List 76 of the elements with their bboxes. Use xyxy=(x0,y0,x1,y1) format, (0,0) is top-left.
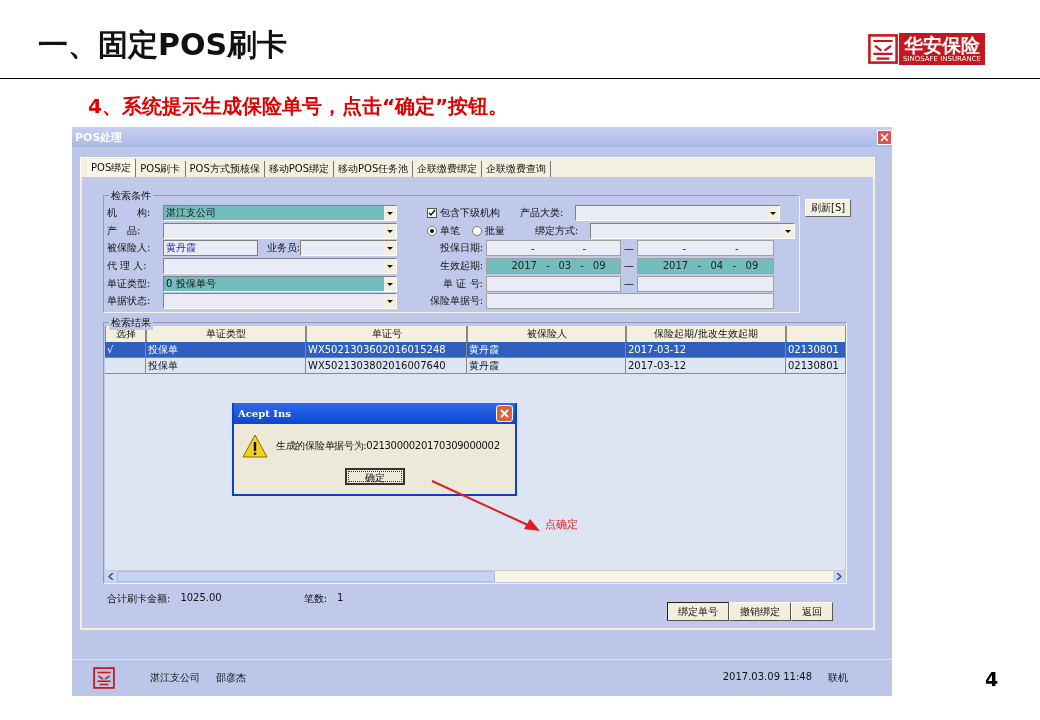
table-cell: 02130801 xyxy=(786,342,846,359)
field-label: 保险单据号: xyxy=(428,294,483,309)
date-text: 03 xyxy=(558,260,572,272)
table-cell: 黄丹霞 xyxy=(467,342,626,359)
status-text: 湛江支公司 xyxy=(150,671,200,685)
status-text: 联机 xyxy=(828,671,848,685)
range-separator: — xyxy=(623,260,635,272)
date-text: 04 xyxy=(710,260,724,272)
action-button[interactable]: 撤销绑定 xyxy=(729,602,791,622)
radio-label: 批量 xyxy=(485,223,506,238)
range-separator: — xyxy=(623,242,635,254)
slide-subtitle: 4、系统提示生成保险单号，点击“确定”按钮。 xyxy=(88,93,510,120)
dropdown-field[interactable]: 湛江支公司 xyxy=(163,204,397,221)
table-cell: 2017-03-12 xyxy=(626,358,786,375)
field-label: 业务员: xyxy=(265,241,300,256)
field-label: 产品大类: xyxy=(520,205,565,220)
status-text: 2017.03.09 11:48 xyxy=(722,671,812,684)
date-text: - xyxy=(545,260,550,272)
input-field[interactable]: 黄丹霞 xyxy=(163,240,258,257)
radio-label: 单笔 xyxy=(440,223,461,238)
date-field[interactable]: - - xyxy=(637,240,774,257)
dialog-message: 生成的保险单据号为:0213000020170309000002 xyxy=(276,439,500,453)
dialog-title: Acept Ins xyxy=(238,408,291,419)
date-text: 09 xyxy=(745,260,759,272)
field-label: 产 品: xyxy=(107,223,142,238)
table-row[interactable]: 投保单 WX5021303802016007640 黄丹霞 2017-03-12 02130801 xyxy=(105,358,845,375)
range-separator: — xyxy=(623,278,635,290)
date-text: - xyxy=(530,242,535,254)
group-title: 检索结果 xyxy=(109,316,153,331)
date-text: 2017 xyxy=(662,260,689,272)
table-cell: 黄丹霞 xyxy=(467,358,626,375)
date-field[interactable]: - - xyxy=(486,240,621,257)
table-cell: WX5021303802016007640 xyxy=(306,358,467,375)
field-label: 绑定方式: xyxy=(535,223,580,238)
tab[interactable]: POS绑定 xyxy=(87,159,137,177)
field-label: 投保日期: xyxy=(438,241,483,256)
refresh-button[interactable]: 刷新[S] xyxy=(805,199,852,217)
date-text: 2017 xyxy=(511,260,537,272)
total-label: 合计刷卡金额: xyxy=(107,592,171,607)
action-button[interactable]: 返回 xyxy=(791,602,833,622)
date-field[interactable]: 2017 - 03 - 09 xyxy=(486,257,621,274)
total-value: 1025.00 xyxy=(180,592,222,606)
date-text: 09 xyxy=(592,260,606,272)
field-label: 机 构: xyxy=(107,205,152,220)
field-label: 单证类型: xyxy=(107,276,152,291)
date-text: - xyxy=(580,260,584,272)
group-title: 检索条件 xyxy=(109,189,153,203)
status-text: 邵彦杰 xyxy=(216,671,246,685)
field-label: 被保险人: xyxy=(107,241,152,256)
field-label: 单 证 号: xyxy=(442,276,483,291)
total-value: 1 xyxy=(337,592,344,606)
table-cell: 2017-03-12 xyxy=(626,342,786,359)
annotation-text: 点确定 xyxy=(545,517,578,532)
action-button[interactable]: 绑定单号 xyxy=(667,602,729,622)
table-cell: 02130801 xyxy=(786,358,846,375)
date-text: - xyxy=(697,260,702,272)
slide-title: 一、固定POS刷卡 xyxy=(38,26,288,64)
dropdown-field[interactable]: 0 投保单号 xyxy=(163,275,397,292)
page-number: 4 xyxy=(985,668,999,690)
date-text: - xyxy=(682,242,687,254)
table-cell: 投保单 xyxy=(146,358,306,375)
date-text: - xyxy=(582,242,587,254)
logo-text: 华安保险 xyxy=(903,35,980,55)
table-cell: WX5021303602016015248 xyxy=(306,342,467,359)
field-label: 生效起期: xyxy=(438,258,483,273)
date-text: - xyxy=(734,242,739,254)
checkbox-label: 包含下级机构 xyxy=(440,205,501,220)
window-title: POS处理 xyxy=(75,129,123,145)
date-field[interactable]: 2017 - 04 - 09 xyxy=(637,257,774,274)
field-label: 代 理 人: xyxy=(107,258,148,273)
field-label: 单据状态: xyxy=(107,294,152,309)
table-cell: 投保单 xyxy=(146,342,306,359)
date-text: - xyxy=(732,260,737,272)
total-label: 笔数: xyxy=(303,592,328,607)
table-row[interactable]: √ 投保单 WX5021303602016015248 黄丹霞 2017-03-12 02130801 xyxy=(105,342,845,359)
table-cell: √ xyxy=(105,342,146,359)
